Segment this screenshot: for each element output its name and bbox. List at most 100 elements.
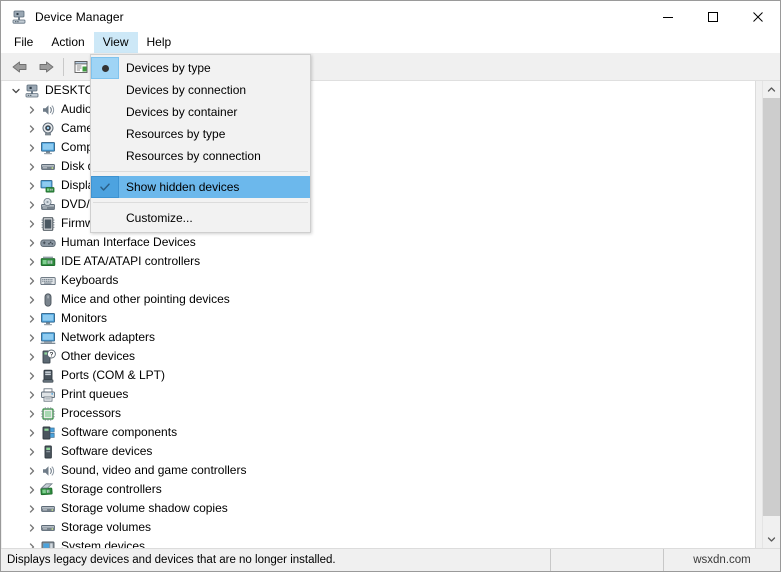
- menu-item-label: Show hidden devices: [126, 180, 240, 194]
- chevron-right-icon[interactable]: [24, 387, 40, 403]
- system-device-icon: [40, 539, 56, 548]
- tree-item[interactable]: Monitors: [2, 309, 755, 328]
- chevron-right-icon[interactable]: [24, 520, 40, 536]
- chevron-right-icon[interactable]: [24, 482, 40, 498]
- scrollbar-thumb[interactable]: [763, 98, 780, 516]
- tree-item-label: Processors: [61, 406, 122, 420]
- maximize-button[interactable]: [690, 1, 735, 32]
- tree-item[interactable]: Ports (COM & LPT): [2, 366, 755, 385]
- port-icon: [40, 368, 56, 384]
- keyboard-icon: [40, 273, 56, 289]
- tree-item[interactable]: ?? Other devices: [2, 347, 755, 366]
- tree-root-label: DESKTO: [45, 83, 95, 97]
- chevron-right-icon[interactable]: [24, 197, 40, 213]
- menu-help[interactable]: Help: [138, 32, 181, 53]
- chevron-right-icon[interactable]: [24, 121, 40, 137]
- tree-item[interactable]: Processors: [2, 404, 755, 423]
- menu-item[interactable]: Resources by connection: [91, 145, 310, 167]
- minimize-button[interactable]: [645, 1, 690, 32]
- checkmark-icon: [91, 176, 119, 198]
- chevron-right-icon[interactable]: [24, 330, 40, 346]
- back-arrow-icon: [12, 61, 27, 72]
- monitor-icon: [40, 140, 56, 156]
- chevron-right-icon[interactable]: [24, 159, 40, 175]
- tree-item[interactable]: Storage volume shadow copies: [2, 499, 755, 518]
- menu-item-gutter: [91, 207, 119, 229]
- chevron-right-icon[interactable]: [24, 102, 40, 118]
- menu-item-label: Devices by type: [126, 61, 211, 75]
- status-bar: Displays legacy devices and devices that…: [1, 548, 780, 571]
- software-device-icon: [40, 444, 56, 460]
- tree-item[interactable]: Storage controllers: [2, 480, 755, 499]
- chevron-right-icon[interactable]: [24, 501, 40, 517]
- hid-icon: [40, 235, 56, 251]
- tree-item[interactable]: System devices: [2, 537, 755, 548]
- disk-icon: [40, 159, 56, 175]
- scroll-down-button[interactable]: [763, 531, 780, 548]
- menu-item-label: Resources by type: [126, 127, 226, 141]
- chevron-right-icon[interactable]: [24, 178, 40, 194]
- tree-item-label: Mice and other pointing devices: [61, 292, 230, 306]
- tree-item[interactable]: Software devices: [2, 442, 755, 461]
- menu-item[interactable]: Devices by connection: [91, 79, 310, 101]
- vertical-scrollbar[interactable]: [762, 81, 780, 548]
- menu-item-gutter: [91, 123, 119, 145]
- chevron-right-icon[interactable]: [24, 235, 40, 251]
- chevron-right-icon[interactable]: [24, 406, 40, 422]
- scroll-up-button[interactable]: [763, 81, 780, 98]
- processor-icon: [40, 406, 56, 422]
- menu-file[interactable]: File: [5, 32, 42, 53]
- chevron-right-icon[interactable]: [24, 311, 40, 327]
- menu-action[interactable]: Action: [42, 32, 93, 53]
- menu-item-label: Customize...: [126, 211, 193, 225]
- tree-item-label: Software devices: [61, 444, 153, 458]
- window-controls: [645, 1, 780, 32]
- close-button[interactable]: [735, 1, 780, 32]
- properties-icon: [74, 60, 88, 73]
- tree-item[interactable]: Storage volumes: [2, 518, 755, 537]
- forward-button[interactable]: [33, 55, 59, 79]
- chevron-right-icon[interactable]: [24, 539, 40, 548]
- storage-controller-icon: [40, 482, 56, 498]
- chevron-right-icon[interactable]: [24, 216, 40, 232]
- unknown-device-icon: ??: [40, 349, 56, 365]
- chevron-right-icon[interactable]: [24, 463, 40, 479]
- chevron-right-icon[interactable]: [24, 425, 40, 441]
- monitor-icon: [40, 311, 56, 327]
- menu-item[interactable]: Devices by type: [91, 57, 310, 79]
- tree-item[interactable]: Network adapters: [2, 328, 755, 347]
- chevron-right-icon[interactable]: [24, 368, 40, 384]
- tree-item-label: Storage controllers: [61, 482, 162, 496]
- tree-item[interactable]: IDE ATA/ATAPI controllers: [2, 252, 755, 271]
- tree-item-label: Software components: [61, 425, 178, 439]
- tree-item-label: Human Interface Devices: [61, 235, 196, 249]
- tree-item[interactable]: Mice and other pointing devices: [2, 290, 755, 309]
- tree-item[interactable]: Software components: [2, 423, 755, 442]
- tree-item[interactable]: Print queues: [2, 385, 755, 404]
- svg-text:?: ?: [50, 351, 54, 358]
- menu-item[interactable]: Customize...: [91, 207, 310, 229]
- tree-item[interactable]: Sound, video and game controllers: [2, 461, 755, 480]
- chevron-right-icon[interactable]: [24, 349, 40, 365]
- watermark: wsxdn.com: [693, 554, 751, 566]
- menu-separator: [93, 202, 308, 203]
- chevron-right-icon[interactable]: [24, 140, 40, 156]
- chevron-right-icon[interactable]: [24, 444, 40, 460]
- menu-item-gutter: [91, 145, 119, 167]
- chevron-right-icon[interactable]: [24, 273, 40, 289]
- chevron-right-icon[interactable]: [24, 254, 40, 270]
- chevron-right-icon[interactable]: [24, 292, 40, 308]
- menu-item[interactable]: Devices by container: [91, 101, 310, 123]
- menu-item[interactable]: Resources by type: [91, 123, 310, 145]
- title-bar: Device Manager: [1, 1, 780, 32]
- tree-item[interactable]: Human Interface Devices: [2, 233, 755, 252]
- display-adapter-icon: [40, 178, 56, 194]
- back-button[interactable]: [7, 55, 33, 79]
- tree-item-label: Other devices: [61, 349, 136, 363]
- disk-icon: [40, 501, 56, 517]
- tree-item[interactable]: Keyboards: [2, 271, 755, 290]
- menu-view[interactable]: View: [93, 32, 138, 53]
- view-dropdown-menu[interactable]: Devices by type Devices by connection Devi…: [90, 54, 311, 233]
- chevron-down-icon[interactable]: [8, 83, 24, 99]
- menu-item[interactable]: Show hidden devices: [91, 176, 310, 198]
